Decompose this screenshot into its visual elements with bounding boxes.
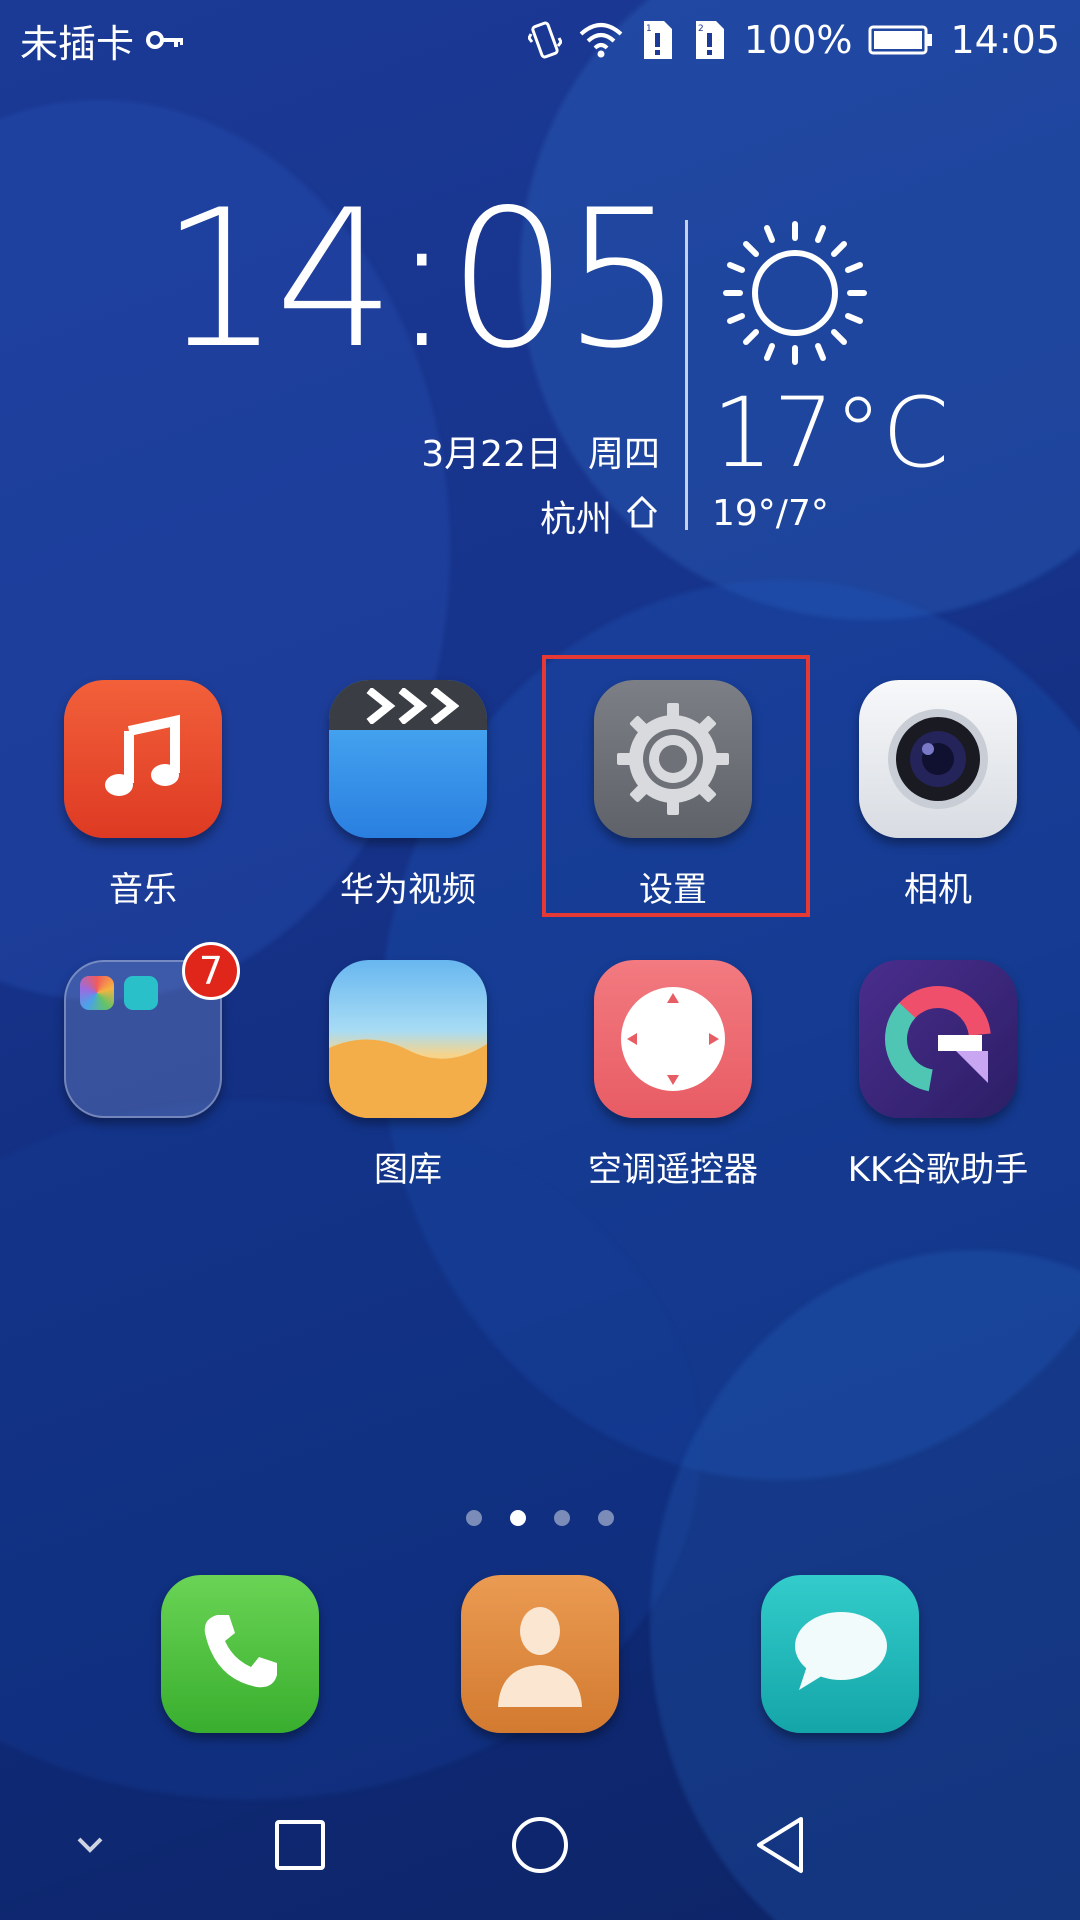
clock-weekday: 周四 — [587, 434, 660, 475]
clock-city-row[interactable]: 杭州 — [420, 490, 660, 542]
carrier-label: 未插卡 — [20, 21, 135, 66]
page-dot[interactable] — [466, 1510, 482, 1526]
folder-icon: 7 — [64, 942, 240, 1118]
dock-contacts[interactable] — [461, 1575, 619, 1733]
weather-range: 19°/7° — [712, 493, 829, 534]
phone-icon — [195, 1607, 285, 1701]
back-icon[interactable] — [735, 1800, 825, 1890]
app-music[interactable]: 音乐 — [33, 680, 253, 911]
navigation-bar — [0, 1770, 1080, 1920]
dock-phone[interactable] — [161, 1575, 319, 1733]
vibrate-icon — [527, 20, 562, 60]
page-dot-active[interactable] — [510, 1510, 526, 1526]
key-icon — [146, 28, 186, 52]
notification-badge: 7 — [182, 942, 240, 1000]
city-label: 杭州 — [539, 499, 612, 540]
app-label: 音乐 — [109, 870, 177, 910]
huawei-app-mini-icon — [124, 976, 158, 1010]
contacts-icon — [490, 1597, 590, 1711]
clock-time[interactable]: 14:05 — [160, 185, 684, 375]
status-bar: 未插卡 1 2 100% 14:05 — [0, 0, 1080, 80]
flower-app-mini-icon — [80, 976, 114, 1010]
highlight-box — [542, 655, 810, 917]
app-gallery[interactable]: 图库 — [298, 960, 518, 1191]
app-label: KK谷歌助手 — [847, 1150, 1029, 1190]
home-icon[interactable] — [495, 1800, 585, 1890]
app-kk-google[interactable]: KK谷歌助手 — [828, 960, 1048, 1191]
sun-icon[interactable] — [720, 218, 870, 368]
app-huawei-video[interactable]: 华为视频 — [298, 680, 518, 911]
sim2-alert-icon: 2 — [692, 19, 728, 61]
chevron-down-icon[interactable] — [45, 1800, 135, 1890]
video-clapper-icon — [329, 680, 487, 838]
app-ac-remote[interactable]: 空调遥控器 — [563, 960, 783, 1191]
dock-messages[interactable] — [761, 1575, 919, 1733]
app-folder[interactable]: 7 — [33, 942, 253, 1118]
page-dot[interactable] — [598, 1510, 614, 1526]
sim1-alert-icon: 1 — [640, 19, 676, 61]
kk-google-icon — [859, 960, 1017, 1118]
app-label: 相机 — [904, 870, 972, 910]
remote-control-icon — [594, 960, 752, 1118]
camera-icon — [859, 680, 1017, 838]
music-icon — [64, 680, 222, 838]
weather-temperature[interactable]: 17°C — [712, 385, 949, 481]
home-screen: 未插卡 1 2 100% 14:05 14:05 3月22日 周四 杭州 17°… — [0, 0, 1080, 1920]
clock-date-row[interactable]: 3月22日 周四 — [400, 425, 660, 477]
messages-icon — [785, 1602, 895, 1706]
gallery-icon — [329, 960, 487, 1118]
widget-divider — [685, 220, 688, 530]
recents-icon[interactable] — [255, 1800, 345, 1890]
svg-text:1: 1 — [646, 24, 652, 34]
app-label: 空调遥控器 — [588, 1150, 758, 1190]
page-dot[interactable] — [554, 1510, 570, 1526]
page-indicator[interactable] — [0, 1510, 1080, 1526]
app-label: 华为视频 — [340, 870, 476, 910]
battery-percent: 100% — [743, 18, 853, 62]
app-camera[interactable]: 相机 — [828, 680, 1048, 911]
clock-date: 3月22日 — [421, 434, 562, 475]
svg-text:2: 2 — [698, 24, 704, 34]
wifi-icon — [578, 22, 624, 58]
battery-icon — [868, 24, 934, 56]
home-location-icon — [624, 494, 660, 539]
app-label: 图库 — [374, 1150, 442, 1190]
status-time: 14:05 — [950, 18, 1060, 62]
